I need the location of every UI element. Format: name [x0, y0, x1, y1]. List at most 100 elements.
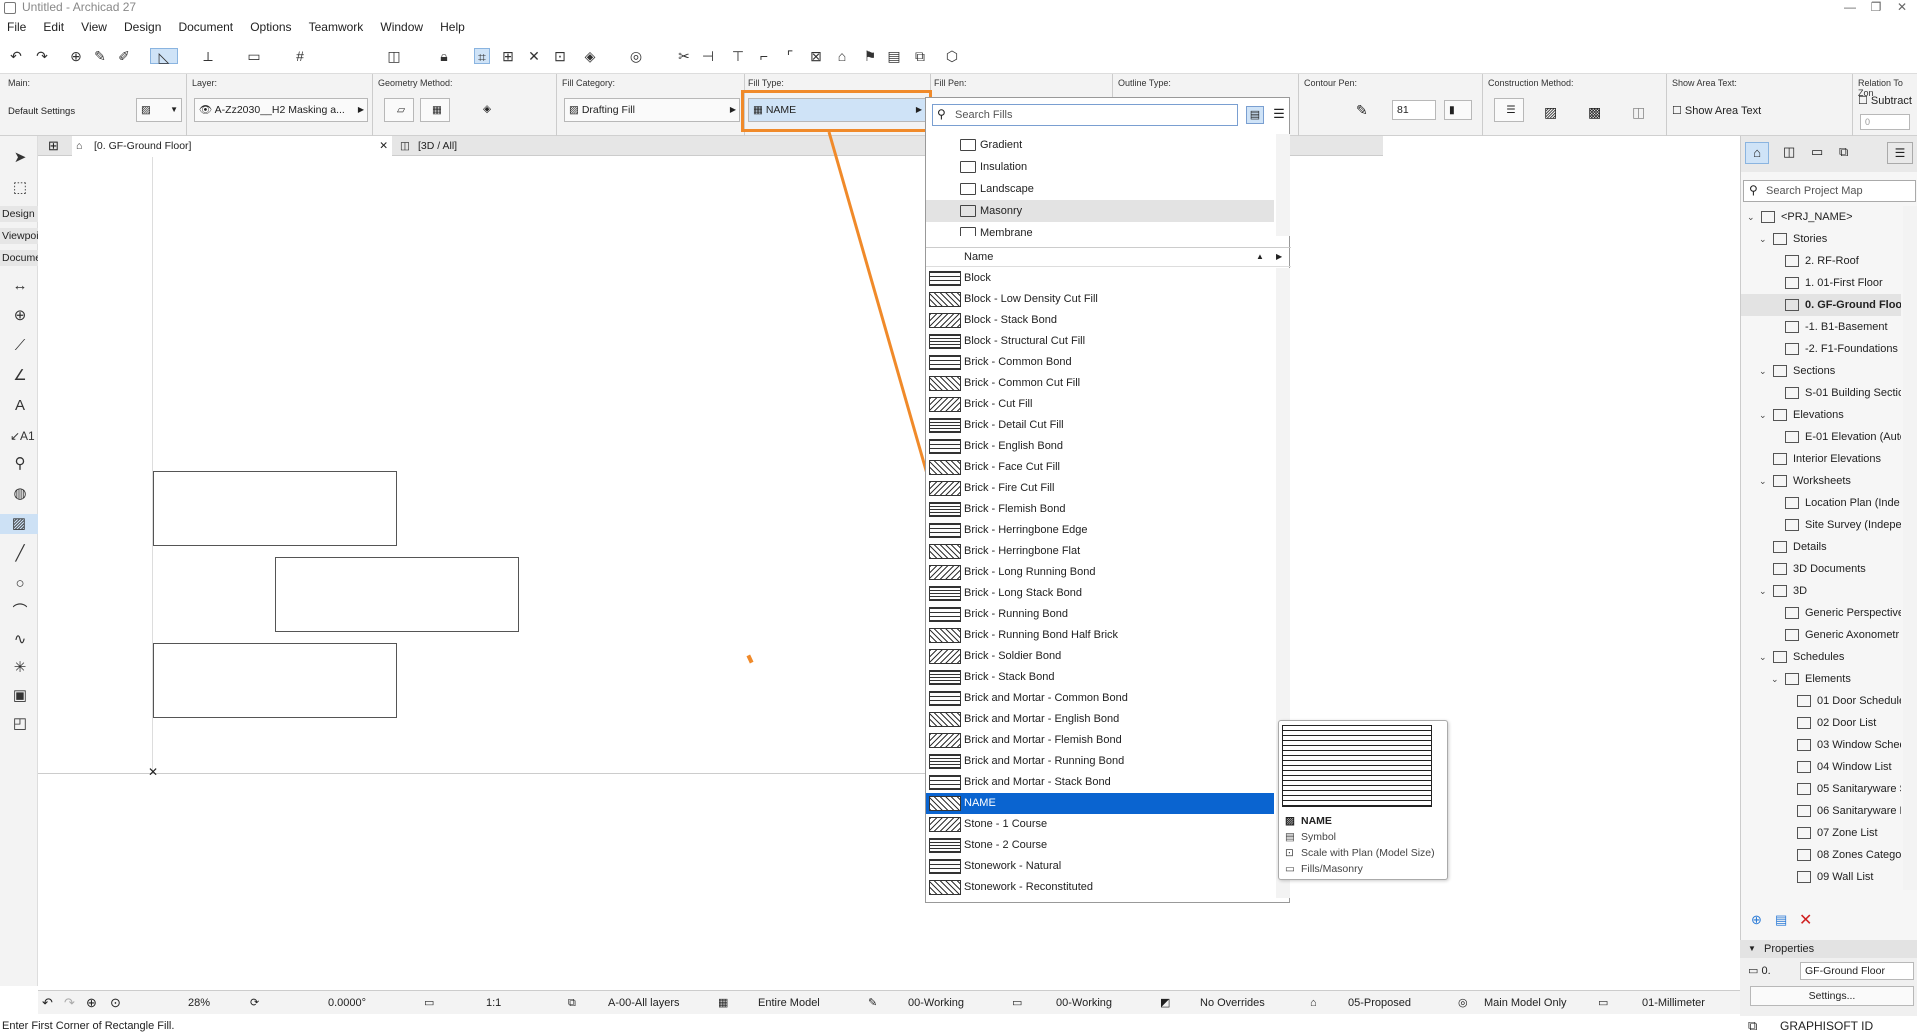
tree-toggle-icon[interactable]: ⌄ — [1759, 470, 1767, 492]
polygon-geometry-button[interactable]: ▱ — [384, 98, 414, 122]
fill-list-item[interactable]: Brick - Detail Cut Fill — [926, 415, 1274, 436]
fill-list-item[interactable]: Brick - Face Cut Fill — [926, 457, 1274, 478]
fill-list-item[interactable]: Brick and Mortar - Common Bond — [926, 688, 1274, 709]
navigator-item[interactable]: Details — [1741, 536, 1901, 558]
split-icon[interactable]: ⊣ — [700, 48, 716, 64]
close-window-button[interactable]: ✕ — [1892, 0, 1912, 16]
fill-tool-favorites-dropdown[interactable]: ▨ ▼ — [136, 98, 182, 122]
folder-scrollbar[interactable] — [1276, 134, 1290, 236]
markup-icon[interactable]: ▤ — [886, 48, 902, 64]
tree-toggle-icon[interactable]: ⌄ — [1771, 668, 1779, 690]
search-fills-input[interactable]: Search Fills — [932, 104, 1238, 126]
folder-landscape[interactable]: Landscape — [926, 178, 1274, 200]
construction-method-2-button[interactable]: ▨ — [1544, 104, 1557, 121]
spline-tool-icon[interactable]: ∿ — [10, 630, 30, 650]
fill-list-item[interactable]: Brick - Common Bond — [926, 352, 1274, 373]
zoom-fit-icon[interactable]: ⊙ — [110, 995, 121, 1011]
layer-icon[interactable]: ◫ — [386, 48, 402, 64]
document-group[interactable]: Docume — [0, 250, 41, 266]
navigator-item[interactable]: Generic Axonometr — [1741, 624, 1901, 646]
delete-icon[interactable]: ✕ — [1799, 910, 1812, 930]
tree-toggle-icon[interactable]: ⌄ — [1759, 646, 1767, 668]
construction-method-3-button[interactable]: ▩ — [1588, 104, 1601, 121]
fill-list-item[interactable]: Brick - Stack Bond — [926, 667, 1274, 688]
circle-tool-icon[interactable]: ○ — [10, 574, 30, 594]
navigator-item[interactable]: 03 Window Sched — [1741, 734, 1901, 756]
zoom-level[interactable]: 28% — [188, 995, 210, 1011]
menu-file[interactable]: File — [7, 20, 26, 34]
fill-list-item[interactable]: NAME — [926, 793, 1274, 814]
visibility-icon[interactable]: ◎ — [628, 48, 644, 64]
menu-options[interactable]: Options — [250, 20, 291, 34]
fill-list-item[interactable]: Brick - Common Cut Fill — [926, 373, 1274, 394]
navigator-item[interactable]: 0. GF-Ground Floor — [1741, 294, 1901, 316]
fill-list-item[interactable]: Brick - Long Running Bond — [926, 562, 1274, 583]
relative-construction-icon[interactable]: ▭ — [246, 48, 262, 64]
fill-list-item[interactable]: Brick - English Bond — [926, 436, 1274, 457]
fill-category-dropdown[interactable]: ▨ Drafting Fill ▶ — [564, 98, 740, 122]
properties-header[interactable]: ▼ Properties — [1740, 940, 1917, 958]
fill-list-item[interactable]: Brick - Long Stack Bond — [926, 583, 1274, 604]
redo-icon[interactable]: ↷ — [34, 48, 50, 64]
fill-list-item[interactable]: Block - Structural Cut Fill — [926, 331, 1274, 352]
settings-button[interactable]: Settings... — [1750, 986, 1914, 1006]
grid-snap-icon[interactable]: # — [292, 48, 308, 64]
zoom-in-icon[interactable]: ⊕ — [86, 995, 97, 1011]
navigator-item[interactable]: -1. B1-Basement — [1741, 316, 1901, 338]
distribute-icon[interactable]: ✕ — [526, 48, 542, 64]
contour-pen-field[interactable]: 81 — [1392, 100, 1436, 120]
graphic-overrides[interactable]: No Overrides — [1200, 995, 1265, 1011]
scissors-icon[interactable]: ✂ — [676, 48, 692, 64]
folder-masonry[interactable]: Masonry — [926, 200, 1274, 222]
properties-name-field[interactable]: GF-Ground Floor — [1800, 962, 1914, 980]
arrow-tool-icon[interactable]: ➤ — [10, 148, 30, 168]
sort-ascending-icon[interactable]: ▲ — [1256, 248, 1264, 266]
navigator-item[interactable]: ⌄ Worksheets — [1741, 470, 1901, 492]
home-icon[interactable]: ⌂ — [834, 48, 850, 64]
tree-toggle-icon[interactable]: ⌄ — [1747, 206, 1755, 228]
maximize-button[interactable]: ❐ — [1866, 0, 1886, 16]
tree-toggle-icon[interactable]: ⌄ — [1759, 580, 1767, 602]
fill-list-item[interactable]: Stonework - Reconstituted — [926, 877, 1274, 898]
undo-view-icon[interactable]: ↶ — [42, 995, 53, 1011]
navigator-item[interactable]: ⌄ <PRJ_NAME> — [1741, 206, 1901, 228]
tree-toggle-icon[interactable]: ⌄ — [1759, 228, 1767, 250]
label-tool-icon[interactable]: ↙A1 — [10, 426, 35, 446]
radial-dimension-icon[interactable]: ⊕ — [10, 306, 30, 326]
navigator-item[interactable]: 2. RF-Roof — [1741, 250, 1901, 272]
fill-list-item[interactable]: Stone - 2 Course — [926, 835, 1274, 856]
fill-rectangle-2[interactable] — [275, 557, 519, 632]
fill-list-item[interactable]: Brick and Mortar - Stack Bond — [926, 772, 1274, 793]
tree-toggle-icon[interactable]: ⌄ — [1759, 404, 1767, 426]
marquee-tool-icon[interactable]: ⬚ — [10, 178, 30, 198]
fill-list-item[interactable]: Brick - Herringbone Flat — [926, 541, 1274, 562]
navigator-item[interactable]: ⌄ Sections — [1741, 360, 1901, 382]
minimize-button[interactable]: — — [1840, 0, 1860, 16]
tree-toggle-icon[interactable]: ⌄ — [1759, 360, 1767, 382]
structure-display[interactable]: Entire Model — [758, 995, 820, 1011]
show-area-text-checkbox[interactable]: ☐ Show Area Text — [1672, 104, 1761, 117]
navigator-item[interactable]: ⌄ Elements — [1741, 668, 1901, 690]
drawing-tool-icon[interactable]: ◰ — [10, 714, 30, 734]
undo-icon[interactable]: ↶ — [8, 48, 24, 64]
arrange-icon[interactable]: ⊡ — [552, 48, 568, 64]
level-dimension-icon[interactable]: ⟋ — [10, 336, 30, 356]
polyline-tool-icon[interactable]: ⌒ — [10, 602, 30, 622]
navigator-item[interactable]: ⌄ 3D — [1741, 580, 1901, 602]
navigator-item[interactable]: 3D Documents — [1741, 558, 1901, 580]
navigator-item[interactable]: 04 Window List — [1741, 756, 1901, 778]
fill-list-item[interactable]: Block - Low Density Cut Fill — [926, 289, 1274, 310]
navigator-item[interactable]: 1. 01-First Floor — [1741, 272, 1901, 294]
navigator-item[interactable]: ⌄ Elevations — [1741, 404, 1901, 426]
dimension-tool-icon[interactable]: ↔ — [10, 276, 30, 296]
menu-teamwork[interactable]: Teamwork — [309, 20, 364, 34]
trace-reference-icon[interactable]: ⌗ — [474, 48, 490, 65]
pick-up-parameters-icon[interactable]: ⊕ — [68, 48, 84, 64]
guide-lines-icon[interactable]: ◺ — [150, 48, 178, 65]
inject-parameters-icon[interactable]: ✎ — [92, 48, 108, 64]
menu-help[interactable]: Help — [440, 20, 465, 34]
fill-list-item[interactable]: Block — [926, 268, 1274, 289]
navigator-item[interactable]: S-01 Building Sectio — [1741, 382, 1901, 404]
flag-icon[interactable]: ⚑ — [862, 48, 878, 64]
folder-membrane[interactable]: Membrane — [926, 222, 1274, 236]
